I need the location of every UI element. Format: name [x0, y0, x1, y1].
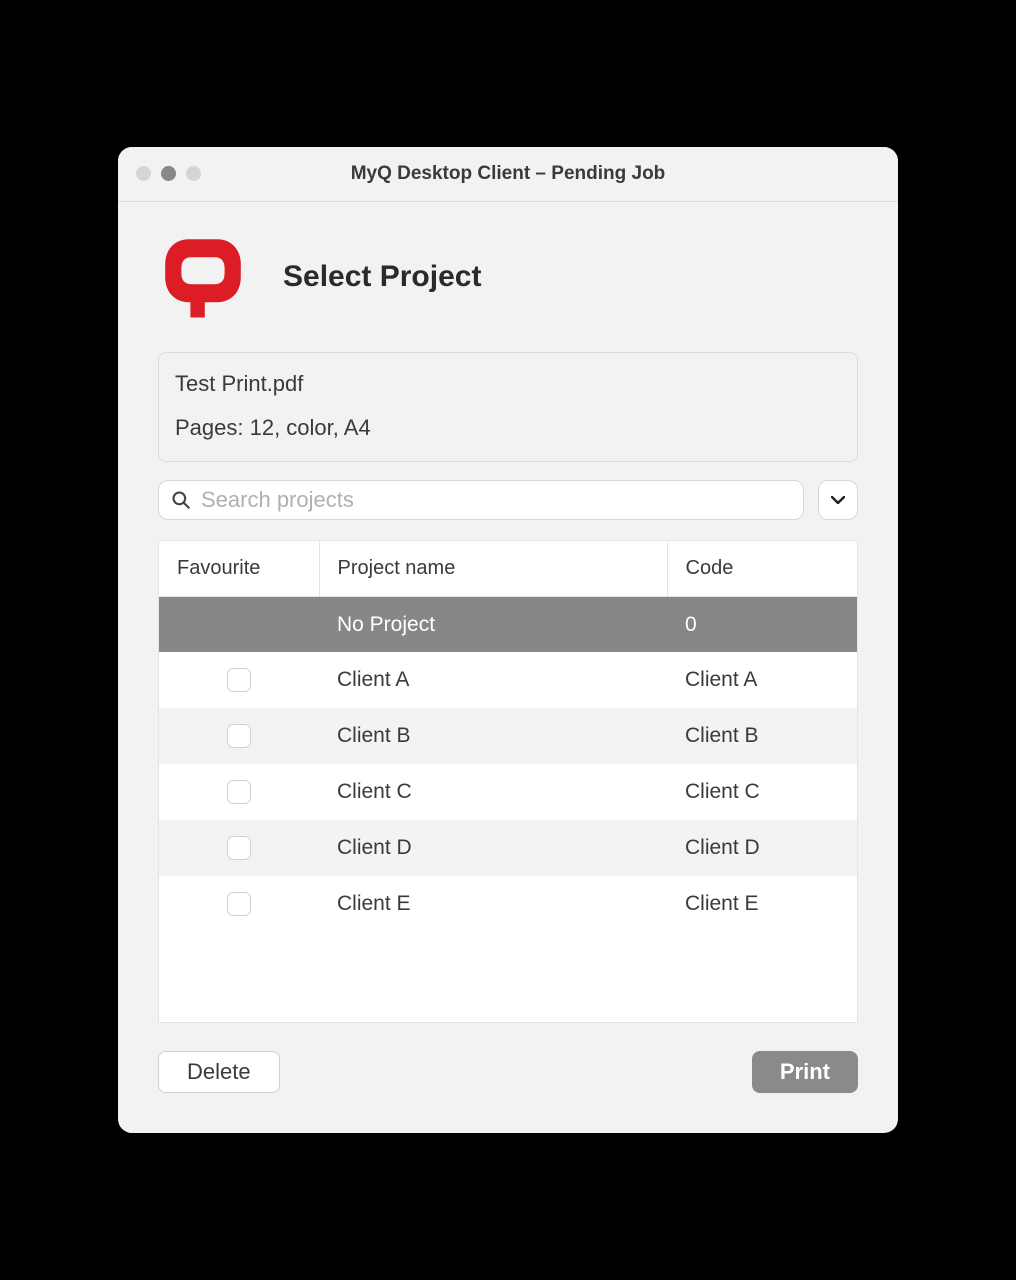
project-name-cell: Client C — [319, 764, 667, 820]
favourite-cell — [159, 708, 319, 764]
favourite-cell — [159, 652, 319, 708]
table-empty-space — [159, 932, 857, 1022]
favourite-checkbox[interactable] — [227, 668, 251, 692]
project-code-cell: Client E — [667, 876, 857, 932]
print-button[interactable]: Print — [752, 1051, 858, 1093]
table-row[interactable]: Client EClient E — [159, 876, 857, 932]
chevron-down-icon — [831, 491, 845, 509]
project-code-cell: Client B — [667, 708, 857, 764]
favourite-checkbox[interactable] — [227, 892, 251, 916]
zoom-window-button[interactable] — [186, 166, 201, 181]
favourite-cell — [159, 764, 319, 820]
project-code-cell: Client D — [667, 820, 857, 876]
page-title: Select Project — [283, 260, 481, 294]
header-row: Select Project — [158, 232, 858, 322]
app-window: MyQ Desktop Client – Pending Job Select … — [118, 147, 898, 1134]
search-row — [158, 480, 858, 520]
project-name-cell: Client B — [319, 708, 667, 764]
search-box[interactable] — [158, 480, 804, 520]
favourite-checkbox[interactable] — [227, 724, 251, 748]
col-favourite-header[interactable]: Favourite — [159, 541, 319, 597]
project-code-cell: Client A — [667, 652, 857, 708]
favourite-cell — [159, 596, 319, 652]
table-row[interactable]: Client AClient A — [159, 652, 857, 708]
job-info-panel: Test Print.pdf Pages: 12, color, A4 — [158, 352, 858, 462]
project-table: Favourite Project name Code No Project0C… — [159, 541, 857, 933]
search-input[interactable] — [201, 487, 791, 513]
search-icon — [171, 490, 191, 510]
table-row[interactable]: Client BClient B — [159, 708, 857, 764]
window-controls — [136, 166, 201, 181]
table-row[interactable]: No Project0 — [159, 596, 857, 652]
table-row[interactable]: Client CClient C — [159, 764, 857, 820]
myq-logo-icon — [158, 232, 248, 322]
action-row: Delete Print — [158, 1051, 858, 1093]
project-name-cell: Client A — [319, 652, 667, 708]
favourite-checkbox[interactable] — [227, 780, 251, 804]
project-name-cell: No Project — [319, 596, 667, 652]
minimize-window-button[interactable] — [161, 166, 176, 181]
job-filename: Test Print.pdf — [175, 371, 841, 397]
filter-dropdown-button[interactable] — [818, 480, 858, 520]
job-details: Pages: 12, color, A4 — [175, 415, 841, 441]
close-window-button[interactable] — [136, 166, 151, 181]
titlebar: MyQ Desktop Client – Pending Job — [118, 147, 898, 202]
project-code-cell: 0 — [667, 596, 857, 652]
col-code-header[interactable]: Code — [667, 541, 857, 597]
content-area: Select Project Test Print.pdf Pages: 12,… — [118, 202, 898, 1134]
favourite-cell — [159, 820, 319, 876]
table-header-row: Favourite Project name Code — [159, 541, 857, 597]
favourite-cell — [159, 876, 319, 932]
project-code-cell: Client C — [667, 764, 857, 820]
delete-button[interactable]: Delete — [158, 1051, 280, 1093]
window-title: MyQ Desktop Client – Pending Job — [118, 163, 898, 185]
project-name-cell: Client D — [319, 820, 667, 876]
table-row[interactable]: Client DClient D — [159, 820, 857, 876]
project-table-container: Favourite Project name Code No Project0C… — [158, 540, 858, 1024]
project-name-cell: Client E — [319, 876, 667, 932]
col-name-header[interactable]: Project name — [319, 541, 667, 597]
favourite-checkbox[interactable] — [227, 836, 251, 860]
